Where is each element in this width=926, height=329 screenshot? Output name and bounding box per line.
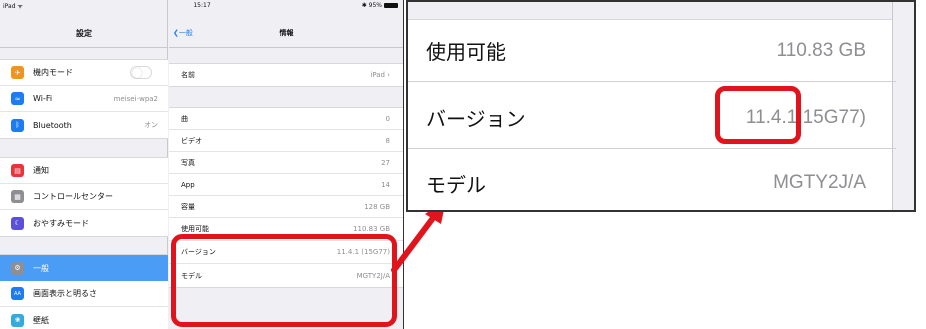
battery-status: ✱ 95%	[362, 2, 398, 9]
row-label: 写真	[181, 158, 195, 167]
sidebar-title: 設定	[76, 29, 92, 38]
sidebar-item-airplane-mode[interactable]: ✈ 機内モード	[0, 60, 168, 86]
notifications-icon: ▤	[11, 164, 24, 177]
zoom-row-available: 使用可能 110.83 GB	[408, 20, 896, 82]
row-label: 容量	[181, 202, 195, 211]
sidebar-item-notifications[interactable]: ▤ 通知	[0, 158, 168, 184]
sidebar-item-label: 機内モード	[33, 68, 73, 77]
row-value: 8	[385, 136, 390, 145]
sidebar-item-label: おやすみモード	[33, 218, 89, 228]
sidebar-group-general: ⚙ 一般 AA 画面表示と明るさ ❀ 壁紙	[0, 254, 168, 329]
sidebar-item-label: 画面表示と明るさ	[33, 289, 97, 298]
sidebar-item-wallpaper[interactable]: ❀ 壁紙	[0, 307, 168, 329]
detail-row-name[interactable]: 名前 iPad ›	[169, 64, 403, 86]
highlight-box-small	[171, 234, 397, 327]
row-label: 曲	[181, 114, 188, 123]
control-center-icon: ▦	[11, 190, 24, 203]
zoom-row-label: バージョン	[426, 107, 526, 131]
sidebar-item-bluetooth[interactable]: ᛒ Bluetooth オン	[0, 112, 168, 138]
annotated-screenshot: 設定 ✈ 機内モード ≈ Wi-Fi meisei-wpa2 ᛒ Bluetoo…	[0, 0, 926, 329]
gear-icon: ⚙	[11, 261, 24, 275]
bluetooth-icon: ᛒ	[11, 118, 24, 132]
row-value: iPad ›	[370, 71, 390, 79]
row-label: ビデオ	[181, 136, 202, 145]
wifi-icon: ≈	[11, 92, 24, 105]
zoom-row-value: MGTY2J/A	[773, 172, 866, 193]
sidebar-item-display[interactable]: AA 画面表示と明るさ	[0, 281, 168, 307]
row-value: 14	[381, 180, 390, 189]
airplane-mode-toggle[interactable]	[130, 66, 152, 79]
sidebar-group-connectivity: ✈ 機内モード ≈ Wi-Fi meisei-wpa2 ᛒ Bluetooth …	[0, 59, 168, 139]
sidebar-item-do-not-disturb[interactable]: ☾ おやすみモード	[0, 210, 168, 236]
row-value: 110.83 GB	[353, 225, 390, 233]
zoom-row-label: モデル	[426, 172, 486, 197]
clock: 15:17	[193, 2, 211, 9]
sidebar-item-general[interactable]: ⚙ 一般	[0, 255, 168, 281]
highlight-box-version	[715, 86, 801, 144]
row-label: 使用可能	[181, 225, 209, 233]
row-label: 名前	[181, 71, 195, 79]
sidebar-item-label: 通知	[33, 166, 49, 175]
detail-row-capacity: 容量 128 GB	[169, 196, 403, 218]
zoom-top-strip	[408, 2, 896, 20]
detail-row-videos: ビデオ 8	[169, 130, 403, 152]
zoom-row-label: 使用可能	[426, 40, 506, 64]
detail-nav-bar: ❮一般 情報	[169, 20, 403, 48]
wifi-network-value: meisei-wpa2	[113, 94, 158, 103]
sidebar-item-label: 壁紙	[33, 315, 49, 325]
airplane-icon: ✈	[11, 66, 24, 79]
row-value: 0	[385, 114, 390, 123]
row-value: 128 GB	[364, 202, 390, 211]
display-icon: AA	[11, 287, 24, 300]
zoom-row-version: バージョン 11.4.1 15G77)	[408, 87, 896, 149]
detail-group-name: 名前 iPad ›	[169, 63, 403, 87]
wallpaper-icon: ❀	[11, 313, 24, 327]
status-bar: iPad ᯤ 15:17 ✱ 95%	[0, 0, 403, 14]
moon-icon: ☾	[11, 216, 24, 230]
zoom-row-value: 110.83 GB	[776, 39, 866, 61]
zoomed-detail-panel: 使用可能 110.83 GB バージョン 11.4.1 15G77) モデル M…	[406, 0, 916, 212]
sidebar-item-label: Wi-Fi	[33, 94, 53, 103]
sidebar-item-label: Bluetooth	[33, 120, 72, 130]
battery-icon	[384, 3, 398, 8]
detail-row-songs: 曲 0	[169, 108, 403, 130]
settings-sidebar: 設定 ✈ 機内モード ≈ Wi-Fi meisei-wpa2 ᛒ Bluetoo…	[0, 0, 168, 329]
row-label: App	[181, 180, 195, 189]
page-title: 情報	[279, 29, 294, 37]
divider	[0, 47, 168, 48]
zoom-row-model: モデル MGTY2J/A	[408, 152, 896, 210]
bluetooth-status-value: オン	[144, 121, 158, 129]
row-value: 27	[381, 158, 390, 167]
detail-row-photos: 写真 27	[169, 152, 403, 174]
sidebar-item-label: コントロールセンター	[33, 192, 113, 201]
detail-row-apps: App 14	[169, 174, 403, 196]
sidebar-group-notifications: ▤ 通知 ▦ コントロールセンター ☾ おやすみモード	[0, 157, 168, 237]
battery-label: ✱ 95%	[361, 2, 382, 9]
sidebar-item-control-center[interactable]: ▦ コントロールセンター	[0, 184, 168, 210]
sidebar-item-wifi[interactable]: ≈ Wi-Fi meisei-wpa2	[0, 86, 168, 112]
sidebar-item-label: 一般	[33, 263, 49, 273]
